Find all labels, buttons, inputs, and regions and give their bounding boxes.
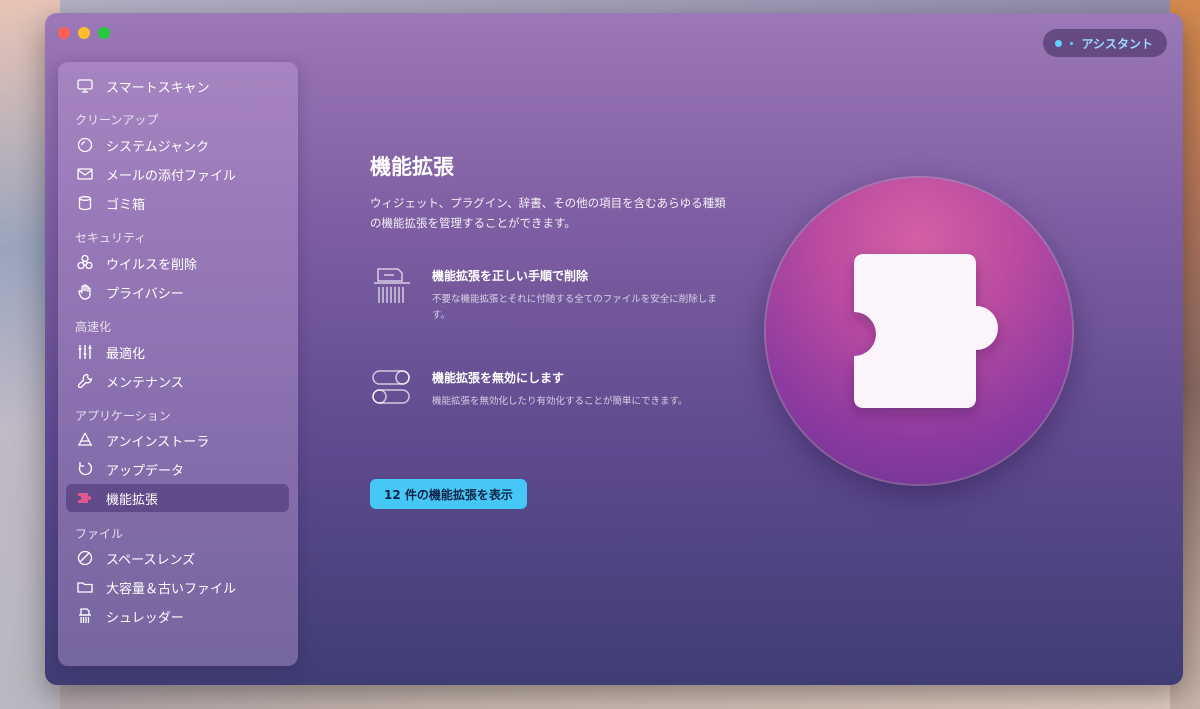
sidebar-item-extensions[interactable]: 機能拡張 (66, 484, 289, 512)
sidebar-item-mail-attachments[interactable]: メールの添付ファイル (66, 160, 289, 188)
section-label-applications: アプリケーション (75, 409, 171, 423)
folder-icon (74, 576, 96, 598)
disk-icon (74, 134, 96, 156)
assistant-label: アシスタント (1081, 36, 1153, 51)
zoom-window-button[interactable] (98, 27, 110, 39)
lens-icon (74, 547, 96, 569)
biohazard-icon (74, 252, 96, 274)
toggle-icon (370, 365, 414, 409)
sidebar-item-updater[interactable]: アップデータ (66, 455, 289, 483)
sidebar-item-trash[interactable]: ゴミ箱 (66, 189, 289, 217)
sidebar-item-label: ゴミ箱 (106, 197, 146, 213)
section-label-speed: 高速化 (75, 320, 112, 334)
assistant-button[interactable]: アシスタント (1043, 29, 1167, 57)
section-label-cleanup: クリーンアップ (75, 113, 159, 127)
sidebar-item-shredder[interactable]: シュレッダー (66, 602, 289, 630)
sidebar-item-label: メールの添付ファイル (106, 168, 237, 184)
sidebar-item-label: シュレッダー (106, 610, 184, 626)
update-arrow-icon (74, 458, 96, 480)
feature-title: 機能拡張を正しい手順で削除 (432, 269, 589, 283)
sidebar-item-privacy[interactable]: プライバシー (66, 278, 289, 306)
feature-description: 不要な機能拡張とそれに付随する全てのファイルを安全に削除します。 (432, 294, 717, 321)
page-title: 機能拡張 (370, 155, 454, 179)
app-store-icon (74, 429, 96, 451)
section-label-security: セキュリティ (75, 231, 147, 245)
section-label-files: ファイル (75, 527, 124, 541)
sidebar: スマートスキャン クリーンアップ システムジャンク メールの添付ファイル ゴミ箱… (58, 62, 298, 666)
sidebar-item-large-old-files[interactable]: 大容量＆古いファイル (66, 573, 289, 601)
hand-icon (74, 281, 96, 303)
main-content: 機能拡張 ウィジェット、プラグイン、辞書、その他の項目を含むあらゆる種類の機能拡… (370, 151, 730, 509)
sidebar-item-malware-removal[interactable]: ウイルスを削除 (66, 249, 289, 277)
show-extensions-button[interactable]: 12 件の機能拡張を表示 (370, 479, 527, 509)
sidebar-item-label: 大容量＆古いファイル (106, 581, 237, 597)
envelope-icon (74, 163, 96, 185)
sidebar-item-label: アップデータ (106, 463, 185, 479)
sidebar-item-label: スペースレンズ (106, 552, 196, 568)
traffic-lights (58, 27, 110, 39)
sidebar-item-system-junk[interactable]: システムジャンク (66, 131, 289, 159)
sidebar-item-maintenance[interactable]: メンテナンス (66, 367, 289, 395)
sidebar-item-smart-scan[interactable]: スマートスキャン (66, 72, 289, 100)
assistant-small-dot-icon (1070, 41, 1074, 45)
feature-description: 機能拡張を無効化したり有効化することが簡単にできます。 (432, 396, 688, 407)
assistant-dot-icon (1055, 39, 1063, 47)
sidebar-item-optimization[interactable]: 最適化 (66, 338, 289, 366)
sidebar-item-label: メンテナンス (106, 375, 184, 391)
sidebar-item-label: スマートスキャン (106, 80, 210, 96)
sidebar-item-label: システムジャンク (106, 139, 209, 155)
close-window-button[interactable] (58, 27, 70, 39)
app-window: アシスタント スマートスキャン クリーンアップ システムジャンク メールの添付フ… (45, 13, 1183, 685)
trash-bin-icon (74, 192, 96, 214)
sidebar-item-space-lens[interactable]: スペースレンズ (66, 544, 289, 572)
page-description: ウィジェット、プラグイン、辞書、その他の項目を含むあらゆる種類の機能拡張を管理す… (370, 196, 726, 230)
minimize-window-button[interactable] (78, 27, 90, 39)
feature-title: 機能拡張を無効にします (432, 371, 565, 385)
sidebar-item-label: アンインストーラ (106, 434, 210, 450)
monitor-icon (74, 75, 96, 97)
wrench-icon (74, 370, 96, 392)
sidebar-item-label: プライバシー (106, 286, 184, 302)
sidebar-item-label: 最適化 (106, 346, 146, 362)
sidebar-item-label: ウイルスを削除 (106, 257, 198, 273)
sidebar-item-label: 機能拡張 (106, 492, 159, 508)
sidebar-item-uninstaller[interactable]: アンインストーラ (66, 426, 289, 454)
extensions-hero-circle (766, 178, 1072, 484)
shredder-icon (370, 263, 414, 307)
sliders-icon (74, 341, 96, 363)
feature-remove: 機能拡張を正しい手順で削除 不要な機能拡張とそれに付随する全てのファイルを安全に… (370, 263, 730, 324)
puzzle-piece-icon (74, 487, 96, 509)
feature-disable: 機能拡張を無効にします 機能拡張を無効化したり有効化することが簡単にできます。 (370, 365, 730, 410)
shredder-icon (74, 605, 96, 627)
puzzle-piece-icon (854, 254, 998, 408)
